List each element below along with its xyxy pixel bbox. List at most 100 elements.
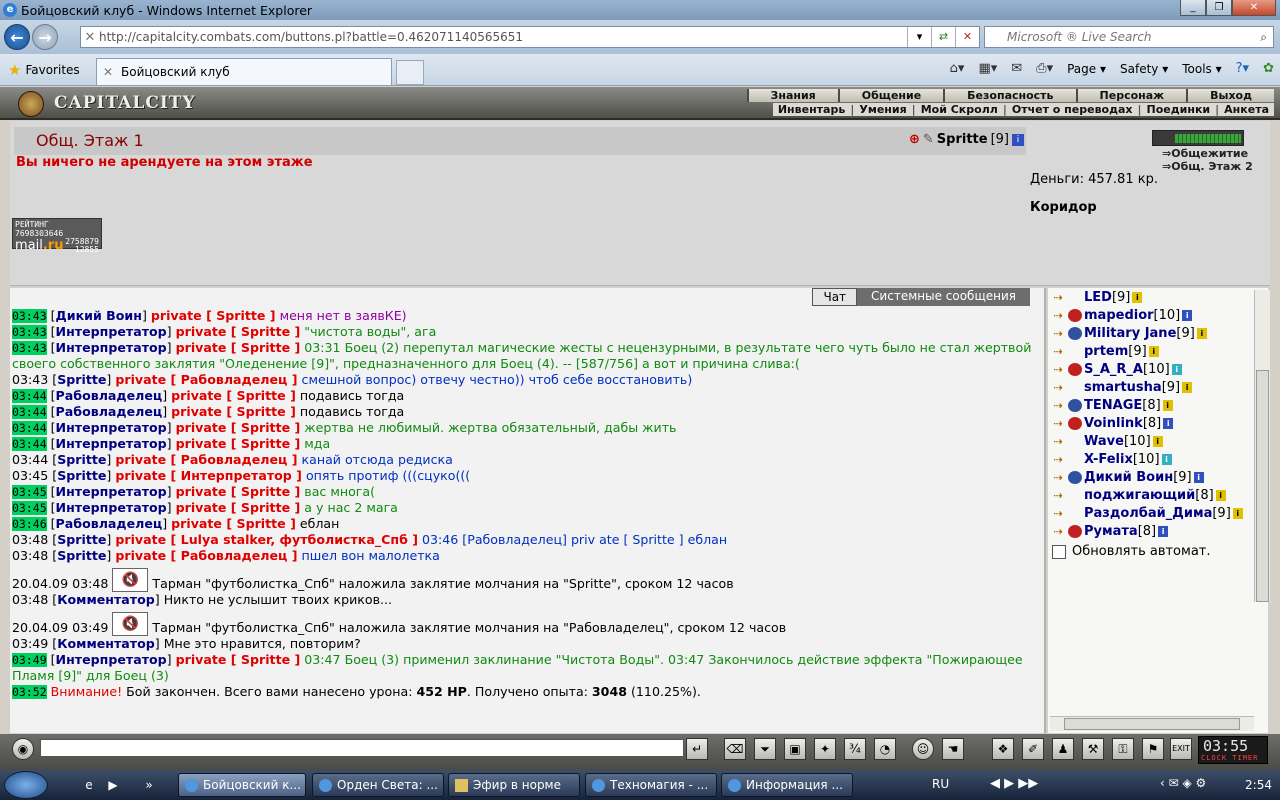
chat-private-target[interactable]: private [ Интерпретатор ]: [115, 468, 302, 483]
media-player-icon[interactable]: ◀ ▶ ▶▶: [990, 776, 1038, 791]
chat-private-target[interactable]: private [ Spritte ]: [151, 308, 276, 323]
chat-private-target[interactable]: private [ Spritte ]: [176, 652, 301, 667]
menu-exit[interactable]: Выход: [1186, 89, 1274, 102]
player-list-info-icon[interactable]: i: [1182, 381, 1193, 393]
chat-sender[interactable]: Рабовладелец: [56, 516, 163, 531]
player-list-item[interactable]: ⇢ X-Felix [10] i: [1048, 450, 1268, 468]
armor-icon[interactable]: ♟: [1052, 738, 1074, 760]
chat-sender[interactable]: Spritte: [57, 548, 106, 563]
chat-input[interactable]: [40, 739, 684, 757]
autoupdate-checkbox[interactable]: Обновлять автомат.: [1052, 544, 1211, 559]
link-floor-2[interactable]: ⇒Общ. Этаж 2: [1162, 160, 1253, 173]
private-arrow-icon[interactable]: ⇢: [1048, 309, 1068, 322]
search-icon[interactable]: ⌕: [1260, 27, 1267, 47]
menu-transfers[interactable]: Отчет о переводах: [1007, 103, 1138, 116]
private-arrow-icon[interactable]: ⇢: [1048, 471, 1068, 484]
filter-icon[interactable]: ⏷: [754, 738, 776, 760]
player-list-info-icon[interactable]: i: [1152, 435, 1163, 447]
player-list-item[interactable]: ⇢ Wave [10] i: [1048, 432, 1268, 450]
player-list-name[interactable]: Voinlink: [1084, 416, 1143, 431]
chat-sender[interactable]: Комментатор: [57, 636, 155, 651]
task-button-5[interactable]: Информация ...: [721, 773, 853, 797]
private-arrow-icon[interactable]: ⇢: [1048, 435, 1068, 448]
player-list-info-icon[interactable]: i: [1215, 489, 1226, 501]
private-arrow-icon[interactable]: ⇢: [1048, 417, 1068, 430]
favorites-button[interactable]: ★ Favorites: [8, 61, 80, 79]
spell-icon[interactable]: ❖: [992, 738, 1014, 760]
player-list-name[interactable]: Дикий Воин: [1084, 470, 1173, 485]
mail-icon[interactable]: ✉: [1011, 61, 1022, 76]
checkbox-box[interactable]: [1052, 544, 1066, 559]
player-list-name[interactable]: поджигающий: [1084, 488, 1195, 503]
flag-icon[interactable]: ⚑: [1142, 738, 1164, 760]
eraser-icon[interactable]: ⌫: [724, 738, 746, 760]
player-list-info-icon[interactable]: i: [1182, 309, 1193, 321]
feeds-icon[interactable]: ▦▾: [978, 61, 997, 76]
player-list-info-icon[interactable]: i: [1162, 399, 1173, 411]
player-list-hscroll[interactable]: [1050, 716, 1254, 731]
page-menu[interactable]: Page ▾: [1067, 62, 1106, 76]
private-arrow-icon[interactable]: ⇢: [1048, 327, 1068, 340]
player-list-info-icon[interactable]: i: [1163, 417, 1174, 429]
chat-sender[interactable]: Комментатор: [57, 592, 155, 607]
smiley-icon[interactable]: ☺: [912, 738, 934, 760]
task-button-3[interactable]: Эфир в норме: [448, 773, 580, 797]
menu-communication[interactable]: Общение: [837, 89, 944, 102]
language-indicator[interactable]: RU: [932, 777, 949, 791]
player-list-name[interactable]: Румата: [1084, 524, 1138, 539]
private-arrow-icon[interactable]: ⇢: [1048, 345, 1068, 358]
player-list-name[interactable]: TENAGE: [1084, 398, 1142, 413]
player-list-item[interactable]: ⇢ prtem [9] i: [1048, 342, 1268, 360]
forward-button[interactable]: →: [32, 24, 58, 50]
sound-icon[interactable]: ◉: [12, 738, 34, 760]
player-info-icon[interactable]: i: [1012, 133, 1024, 146]
send-icon[interactable]: ↵: [686, 738, 708, 760]
player-list-name[interactable]: S_A_R_A: [1084, 362, 1143, 377]
lock-icon[interactable]: ⚿: [1112, 738, 1134, 760]
player-list-name[interactable]: mapedior: [1084, 308, 1154, 323]
task-button-1[interactable]: Бойцовский к...: [178, 773, 306, 797]
menu-my-scroll[interactable]: Мой Скролл: [916, 103, 1003, 116]
print-icon[interactable]: ⎙▾: [1036, 61, 1053, 76]
back-button[interactable]: ←: [4, 24, 30, 50]
chat-sender[interactable]: Интерпретатор: [56, 420, 167, 435]
chat-private-target[interactable]: private [ Spritte ]: [171, 516, 296, 531]
chat-sender[interactable]: Интерпретатор: [56, 500, 167, 515]
private-arrow-icon[interactable]: ⇢: [1048, 399, 1068, 412]
private-arrow-icon[interactable]: ⇢: [1048, 381, 1068, 394]
tab-active[interactable]: ✕ Бойцовский клуб: [96, 58, 392, 85]
chat-private-target[interactable]: private [ Spritte ]: [176, 324, 301, 339]
maximize-button[interactable]: ❐: [1206, 0, 1232, 16]
player-list-item[interactable]: ⇢ Раздолбай_Дима [9] i: [1048, 504, 1268, 522]
quicklaunch-more-icon[interactable]: »: [140, 776, 158, 794]
player-list-name[interactable]: prtem: [1084, 344, 1128, 359]
chat-sender[interactable]: Интерпретатор: [56, 324, 167, 339]
menu-character[interactable]: Персонаж: [1075, 89, 1187, 102]
player-list-info-icon[interactable]: i: [1232, 507, 1243, 519]
player-list-item[interactable]: ⇢ TENAGE [8] i: [1048, 396, 1268, 414]
player-list-info-icon[interactable]: i: [1193, 471, 1204, 483]
player-list-info-icon[interactable]: i: [1158, 525, 1169, 537]
tab-chat[interactable]: Чат: [812, 288, 858, 306]
chat-private-target[interactable]: private [ Spritte ]: [176, 420, 301, 435]
mailru-counter[interactable]: РЕЙТИНГ 7698303646 mail.ru 2758879 12855: [12, 218, 102, 254]
close-button[interactable]: ✕: [1232, 0, 1276, 16]
hand-icon[interactable]: ☚: [942, 738, 964, 760]
player-list-item[interactable]: ⇢ поджигающий [8] i: [1048, 486, 1268, 504]
player-list-name[interactable]: LED: [1084, 290, 1112, 305]
player-list-name[interactable]: Military Jane: [1084, 326, 1176, 341]
help-icon[interactable]: ?▾: [1236, 61, 1249, 76]
private-arrow-icon[interactable]: ⇢: [1048, 489, 1068, 502]
chat-private-target[interactable]: private [ Spritte ]: [176, 436, 301, 451]
tools-menu[interactable]: Tools ▾: [1182, 62, 1221, 76]
chat-sender[interactable]: Рабовладелец: [56, 388, 163, 403]
chat-private-target[interactable]: private [ Spritte ]: [176, 484, 301, 499]
address-field[interactable]: ✕ http://capitalcity.combats.com/buttons…: [80, 26, 980, 48]
start-button[interactable]: [4, 771, 48, 799]
player-list-item[interactable]: ⇢ LED [9] i: [1048, 288, 1268, 306]
private-arrow-icon[interactable]: ⇢: [1048, 525, 1068, 538]
player-list-name[interactable]: Wave: [1084, 434, 1124, 449]
new-tab-button[interactable]: [396, 60, 424, 85]
menu-security[interactable]: Безопасность: [943, 89, 1076, 102]
chat-sender[interactable]: Интерпретатор: [56, 436, 167, 451]
